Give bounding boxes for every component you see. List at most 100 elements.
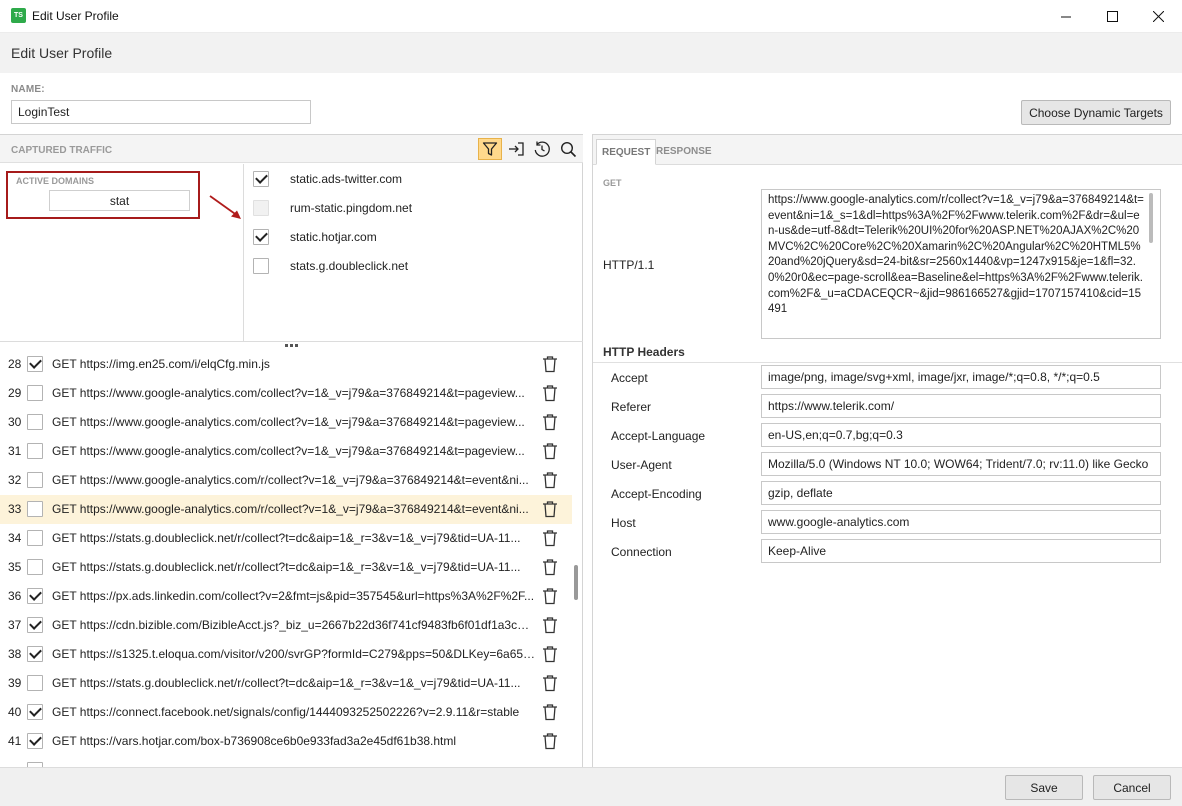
table-row[interactable]: 40 GET https://connect.facebook.net/signa… (0, 698, 572, 727)
table-row[interactable]: 30 GET https://www.google-analytics.com/c… (0, 408, 572, 437)
trash-icon[interactable] (541, 703, 559, 721)
cancel-button[interactable]: Cancel (1093, 775, 1171, 800)
table-row[interactable]: 29 GET https://www.google-analytics.com/c… (0, 379, 572, 408)
trash-icon[interactable] (541, 732, 559, 750)
header-value-host[interactable] (761, 510, 1161, 534)
request-checkbox[interactable] (27, 472, 43, 488)
filter-button[interactable] (478, 138, 502, 160)
domain-item[interactable]: stats.g.doubleclick.net (253, 255, 573, 277)
active-domains-filter-input[interactable] (49, 190, 190, 211)
request-url: GET https://stats.g.doubleclick.net/r/co… (52, 676, 521, 690)
request-url: GET https://s1325.t.eloqua.com/visitor/v… (52, 647, 537, 661)
domain-item[interactable]: static.hotjar.com (253, 226, 573, 248)
save-button[interactable]: Save (1005, 775, 1083, 800)
choose-dynamic-targets-button[interactable]: Choose Dynamic Targets (1021, 100, 1171, 125)
domain-checkbox[interactable] (253, 258, 269, 274)
table-row[interactable]: 38 GET https://s1325.t.eloqua.com/visitor… (0, 640, 572, 669)
request-checkbox[interactable] (27, 559, 43, 575)
request-checkbox[interactable] (27, 675, 43, 691)
row-number: 35 (8, 560, 22, 574)
splitter-handle[interactable] (283, 342, 299, 348)
active-domains-box: ACTIVE DOMAINS (6, 171, 200, 219)
trash-icon[interactable] (541, 355, 559, 373)
request-url: GET https://www.google-analytics.com/r/c… (52, 473, 529, 487)
table-row[interactable]: 41 GET https://vars.hotjar.com/box-b73690… (0, 727, 572, 756)
name-input[interactable] (11, 100, 311, 124)
request-url: GET https://www.google-analytics.com/col… (52, 386, 525, 400)
request-url: GET https://px.ads.linkedin.com/collect?… (52, 589, 535, 603)
request-checkbox[interactable] (27, 385, 43, 401)
trash-icon[interactable] (541, 384, 559, 402)
details-tabs: REQUEST RESPONSE (593, 135, 1182, 165)
app-logo-icon: TS (11, 8, 26, 23)
row-number: 36 (8, 589, 22, 603)
row-number: 37 (8, 618, 22, 632)
request-checkbox[interactable] (27, 588, 43, 604)
header-value-user-agent[interactable] (761, 452, 1161, 476)
header-value-accept[interactable] (761, 365, 1161, 389)
table-row[interactable]: 34 GET https://stats.g.doubleclick.net/r/… (0, 524, 572, 553)
row-number: 32 (8, 473, 22, 487)
table-row[interactable]: 31 GET https://www.google-analytics.com/c… (0, 437, 572, 466)
table-row[interactable]: 32 GET https://www.google-analytics.com/r… (0, 466, 572, 495)
request-checkbox[interactable] (27, 646, 43, 662)
request-url: GET https://cdn.bizible.com/BizibleAcct.… (52, 618, 537, 632)
trash-icon[interactable] (541, 674, 559, 692)
request-checkbox[interactable] (27, 530, 43, 546)
request-list-scrollbar[interactable] (574, 565, 578, 600)
request-url: GET https://stats.g.doubleclick.net/r/co… (52, 560, 521, 574)
header-value-accept-language[interactable] (761, 423, 1161, 447)
header-value-referer[interactable] (761, 394, 1161, 418)
request-checkbox[interactable] (27, 414, 43, 430)
trash-icon[interactable] (541, 616, 559, 634)
close-button[interactable] (1135, 0, 1181, 32)
history-button[interactable] (530, 138, 554, 160)
request-checkbox[interactable] (27, 356, 43, 372)
trash-icon[interactable] (541, 471, 559, 489)
domains-area: ACTIVE DOMAINS static.ads-twitter.com ru… (0, 164, 583, 342)
search-button[interactable] (556, 138, 580, 160)
active-domains-label: ACTIVE DOMAINS (16, 176, 95, 186)
request-details-pane: REQUEST RESPONSE GET HTTP/1.1 https://ww… (592, 134, 1182, 767)
request-url: GET https://vars.hotjar.com/box-b736908c… (52, 734, 457, 748)
domain-checkbox[interactable] (253, 200, 269, 216)
trash-icon[interactable] (541, 413, 559, 431)
domain-item[interactable]: rum-static.pingdom.net (253, 197, 573, 219)
table-row[interactable]: 39 GET https://stats.g.doubleclick.net/r/… (0, 669, 572, 698)
tab-request[interactable]: REQUEST (596, 139, 657, 165)
import-button[interactable] (504, 138, 528, 160)
request-url: GET https://www.google-analytics.com/r/c… (52, 502, 529, 516)
trash-icon[interactable] (541, 529, 559, 547)
request-checkbox[interactable] (27, 617, 43, 633)
header-name-referer: Referer (611, 400, 652, 414)
row-number: 33 (8, 502, 22, 516)
table-row[interactable]: 28 GET https://img.en25.com/i/elqCfg.min.… (0, 350, 572, 379)
close-icon (1152, 10, 1164, 22)
header-value-connection[interactable] (761, 539, 1161, 563)
header-name-accept-language: Accept-Language (611, 429, 706, 443)
row-number: 30 (8, 415, 22, 429)
table-row[interactable]: 36 GET https://px.ads.linkedin.com/collec… (0, 582, 572, 611)
request-checkbox[interactable] (27, 443, 43, 459)
trash-icon[interactable] (541, 587, 559, 605)
table-row[interactable]: 37 GET https://cdn.bizible.com/BizibleAcc… (0, 611, 572, 640)
request-checkbox[interactable] (27, 704, 43, 720)
minimize-button[interactable] (1043, 0, 1089, 32)
request-url-textarea[interactable]: https://www.google-analytics.com/r/colle… (761, 189, 1161, 339)
maximize-button[interactable] (1089, 0, 1135, 32)
trash-icon[interactable] (541, 442, 559, 460)
table-row-selected[interactable]: 33 GET https://www.google-analytics.com/r… (0, 495, 572, 524)
domain-checkbox[interactable] (253, 229, 269, 245)
tab-response[interactable]: RESPONSE (651, 139, 717, 165)
trash-icon[interactable] (541, 500, 559, 518)
url-scrollbar[interactable] (1149, 193, 1153, 243)
domain-checkbox[interactable] (253, 171, 269, 187)
table-row[interactable]: 35 GET https://stats.g.doubleclick.net/r/… (0, 553, 572, 582)
header-value-accept-encoding[interactable] (761, 481, 1161, 505)
trash-icon[interactable] (541, 645, 559, 663)
domain-item[interactable]: static.ads-twitter.com (253, 168, 573, 190)
request-checkbox[interactable] (27, 733, 43, 749)
request-url: GET https://img.en25.com/i/elqCfg.min.js (52, 357, 270, 371)
request-checkbox[interactable] (27, 501, 43, 517)
trash-icon[interactable] (541, 558, 559, 576)
